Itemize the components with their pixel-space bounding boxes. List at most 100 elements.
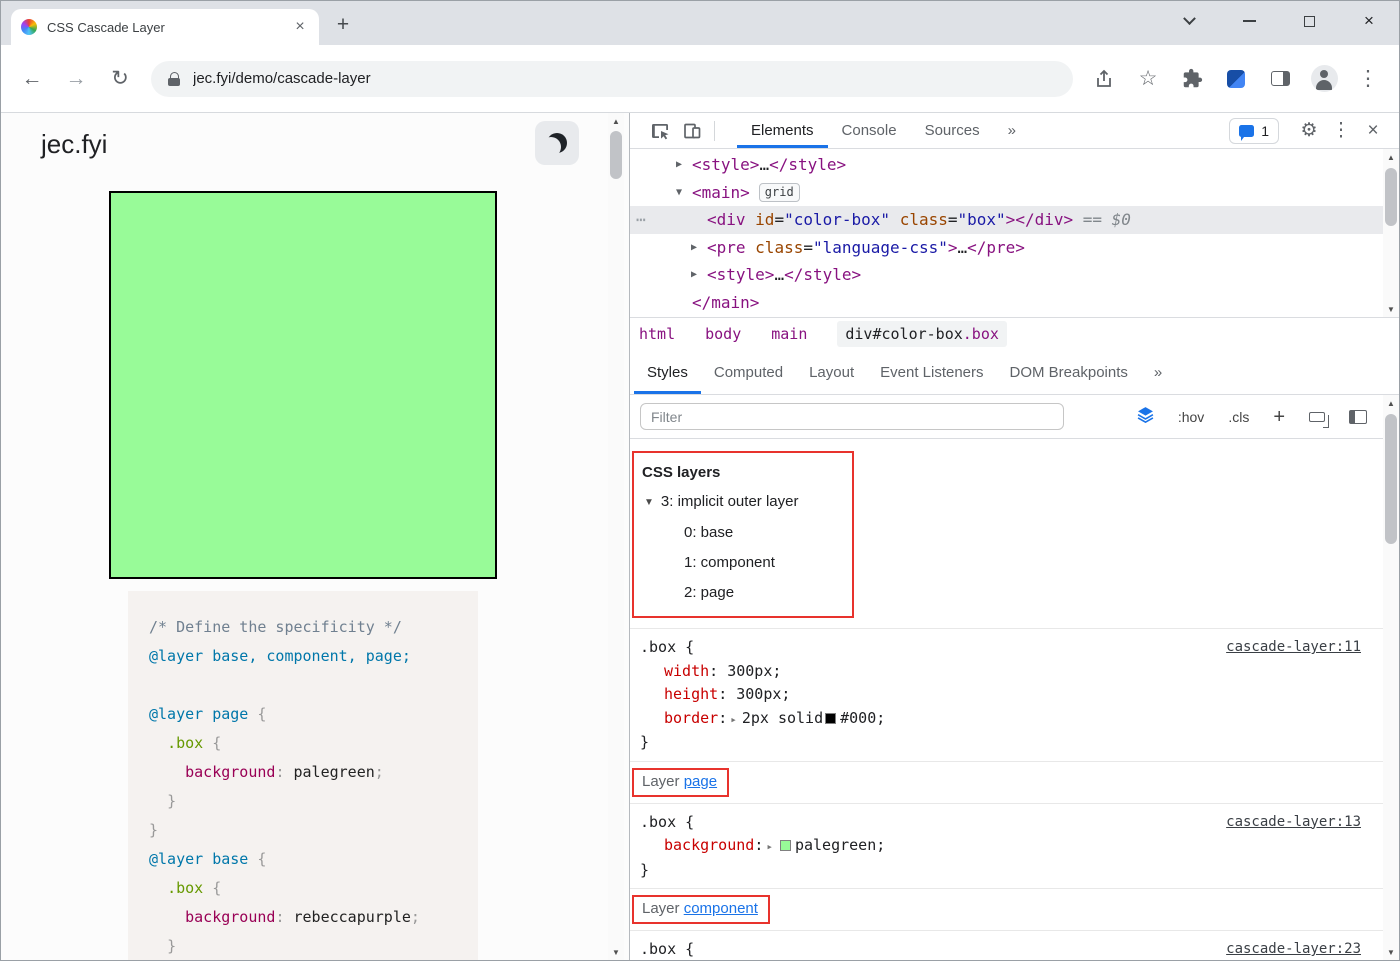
dark-mode-toggle[interactable] bbox=[535, 121, 579, 165]
browser-tab[interactable]: CSS Cascade Layer × bbox=[11, 9, 319, 45]
extension-action-button[interactable] bbox=[1215, 58, 1257, 100]
tab-title: CSS Cascade Layer bbox=[47, 20, 281, 35]
tab-dom-breakpoints[interactable]: DOM Breakpoints bbox=[997, 350, 1141, 394]
grid-badge[interactable]: grid bbox=[759, 183, 800, 202]
styles-scrollbar[interactable]: ▲ ▼ bbox=[1383, 395, 1399, 960]
scrollbar-thumb[interactable] bbox=[610, 131, 622, 179]
css-declaration[interactable]: height: 300px; bbox=[640, 683, 1361, 707]
new-style-rule-button[interactable]: + bbox=[1273, 409, 1285, 425]
devtools-settings-button[interactable]: ⚙ bbox=[1293, 116, 1325, 146]
address-bar[interactable]: jec.fyi/demo/cascade-layer bbox=[151, 61, 1073, 97]
expanded-arrow-icon[interactable]: ▼ bbox=[676, 179, 682, 207]
tab-layout[interactable]: Layout bbox=[796, 350, 867, 394]
code-line: @layer base, component, page; bbox=[149, 642, 478, 671]
scroll-down-button[interactable]: ▼ bbox=[608, 944, 624, 960]
layer-name-link[interactable]: page bbox=[684, 773, 717, 790]
tab-elements[interactable]: Elements bbox=[737, 113, 828, 148]
color-swatch[interactable] bbox=[780, 840, 791, 851]
tab-sources[interactable]: Sources bbox=[911, 113, 994, 148]
devtools-menu-button[interactable]: ⋮ bbox=[1325, 116, 1357, 146]
back-arrow-icon: ← bbox=[22, 67, 43, 91]
scroll-down-button[interactable]: ▼ bbox=[1383, 944, 1399, 960]
css-layers-toggle-button[interactable] bbox=[1137, 406, 1154, 428]
layer-tree-item[interactable]: 0: base bbox=[642, 518, 844, 548]
issues-badge[interactable]: 1 bbox=[1229, 118, 1279, 144]
reload-button[interactable]: ↻ bbox=[99, 58, 141, 100]
tab-console[interactable]: Console bbox=[828, 113, 911, 148]
breadcrumb-item[interactable]: div#color-box.box bbox=[837, 321, 1007, 347]
rule-selector-line[interactable]: cascade-layer:11.box { bbox=[640, 636, 1361, 660]
site-logo[interactable]: jec.fyi bbox=[41, 129, 107, 160]
scroll-up-button[interactable]: ▲ bbox=[1383, 149, 1399, 165]
style-rule: cascade-layer:23.box {background:▸hotpin… bbox=[630, 931, 1383, 960]
device-toolbar-button[interactable] bbox=[676, 116, 708, 146]
collapsed-arrow-icon[interactable]: ▶ bbox=[691, 261, 697, 289]
rule-selector-line[interactable]: cascade-layer:13.box { bbox=[640, 811, 1361, 835]
scroll-down-button[interactable]: ▼ bbox=[1383, 301, 1399, 317]
tab-computed[interactable]: Computed bbox=[701, 350, 796, 394]
profile-button[interactable] bbox=[1303, 58, 1345, 100]
lock-icon[interactable] bbox=[167, 71, 181, 87]
expanded-arrow-icon[interactable]: ▼ bbox=[644, 497, 654, 508]
css-declaration[interactable]: border:▸2px solid#000; bbox=[640, 707, 1361, 732]
breadcrumb-item[interactable]: html bbox=[639, 325, 675, 343]
scroll-up-button[interactable]: ▲ bbox=[1383, 395, 1399, 411]
css-code-block: /* Define the specificity */@layer base,… bbox=[128, 591, 478, 960]
side-panel-button[interactable] bbox=[1259, 58, 1301, 100]
scrollbar-thumb[interactable] bbox=[1385, 414, 1397, 544]
breadcrumb-item[interactable]: body bbox=[705, 325, 741, 343]
back-button[interactable]: ← bbox=[11, 58, 53, 100]
style-source-link[interactable]: cascade-layer:23 bbox=[1226, 938, 1361, 960]
layer-tree-root[interactable]: ▼3: implicit outer layer bbox=[642, 487, 844, 518]
breadcrumb-item[interactable]: main bbox=[771, 325, 807, 343]
dom-tree-scrollbar[interactable]: ▲ ▼ bbox=[1383, 149, 1399, 317]
tab-search-button[interactable] bbox=[1159, 1, 1219, 41]
url-text[interactable]: jec.fyi/demo/cascade-layer bbox=[193, 70, 371, 87]
page-scrollbar[interactable]: ▲ ▼ bbox=[608, 113, 624, 960]
scroll-up-button[interactable]: ▲ bbox=[608, 113, 624, 129]
expand-value-icon[interactable]: ▸ bbox=[766, 840, 773, 853]
css-declaration[interactable]: background:▸palegreen; bbox=[640, 834, 1361, 859]
dom-tree-row[interactable]: ⋯<div id="color-box" class="box"></div> … bbox=[630, 206, 1383, 234]
dom-tree-row[interactable]: </main> bbox=[630, 289, 1383, 317]
dom-tree-row[interactable]: ▶<style>…</style> bbox=[630, 151, 1383, 179]
window-close-button[interactable]: × bbox=[1339, 1, 1399, 41]
minimize-button[interactable] bbox=[1219, 1, 1279, 41]
dom-tree-row[interactable]: ▶<style>…</style> bbox=[630, 261, 1383, 289]
element-classes-button[interactable]: .cls bbox=[1228, 409, 1249, 425]
rendering-emulation-button[interactable] bbox=[1309, 412, 1325, 422]
collapsed-arrow-icon[interactable]: ▶ bbox=[676, 151, 682, 179]
layer-header-section: Layer page bbox=[630, 762, 1383, 804]
tab--[interactable]: » bbox=[1141, 350, 1175, 394]
collapsed-arrow-icon[interactable]: ▶ bbox=[691, 234, 697, 262]
tab-styles[interactable]: Styles bbox=[634, 350, 701, 394]
css-declaration[interactable]: width: 300px; bbox=[640, 660, 1361, 684]
toggle-element-state-button[interactable]: :hov bbox=[1178, 409, 1204, 425]
layer-tree-item[interactable]: 1: component bbox=[642, 548, 844, 578]
tab-event-listeners[interactable]: Event Listeners bbox=[867, 350, 996, 394]
forward-button[interactable]: → bbox=[55, 58, 97, 100]
inspect-element-button[interactable] bbox=[644, 116, 676, 146]
computed-sidebar-toggle-button[interactable] bbox=[1349, 410, 1367, 424]
devtools-close-button[interactable]: × bbox=[1357, 116, 1389, 146]
tab-close-icon[interactable]: × bbox=[291, 18, 309, 36]
dom-tree-row[interactable]: ▼<main>grid bbox=[630, 179, 1383, 207]
layer-name-link[interactable]: component bbox=[684, 900, 758, 917]
rule-selector-line[interactable]: cascade-layer:23.box { bbox=[640, 938, 1361, 960]
expand-value-icon[interactable]: ▸ bbox=[730, 713, 737, 726]
layer-tree-item[interactable]: 2: page bbox=[642, 578, 844, 608]
style-source-link[interactable]: cascade-layer:13 bbox=[1226, 811, 1361, 835]
browser-menu-button[interactable]: ⋮ bbox=[1347, 58, 1389, 100]
tab--[interactable]: » bbox=[994, 113, 1030, 148]
color-swatch[interactable] bbox=[825, 713, 836, 724]
styles-filter-input[interactable] bbox=[640, 403, 1064, 430]
dom-tree-row[interactable]: ▶<pre class="language-css">…</pre> bbox=[630, 234, 1383, 262]
share-button[interactable] bbox=[1083, 58, 1125, 100]
style-source-link[interactable]: cascade-layer:11 bbox=[1226, 636, 1361, 660]
extensions-button[interactable] bbox=[1171, 58, 1213, 100]
bookmark-button[interactable]: ☆ bbox=[1127, 58, 1169, 100]
maximize-button[interactable] bbox=[1279, 1, 1339, 41]
new-tab-button[interactable]: + bbox=[329, 11, 357, 39]
row-menu-ellipsis-icon[interactable]: ⋯ bbox=[636, 206, 647, 234]
scrollbar-thumb[interactable] bbox=[1385, 168, 1397, 226]
